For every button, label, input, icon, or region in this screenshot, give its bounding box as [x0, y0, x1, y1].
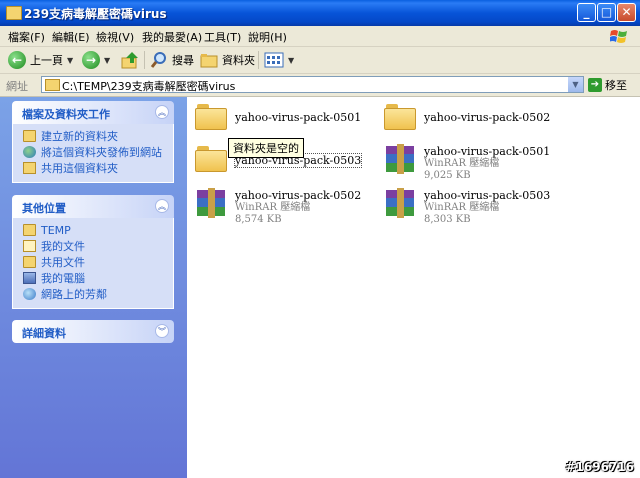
menu-edit[interactable]: 編輯(E)	[52, 29, 90, 45]
file-item[interactable]: yahoo-virus-pack-0503 WinRAR 壓縮檔 8,303 K…	[384, 188, 550, 226]
minimize-button[interactable]: _	[577, 3, 596, 22]
views-icon	[264, 52, 284, 68]
menu-view[interactable]: 檢視(V)	[96, 29, 134, 45]
maximize-button[interactable]: □	[597, 3, 616, 22]
toolbar-divider	[258, 51, 259, 69]
close-button[interactable]: ✕	[617, 3, 636, 22]
file-item[interactable]: yahoo-virus-pack-0501 WinRAR 壓縮檔 9,025 K…	[384, 144, 550, 182]
folder-icon	[45, 79, 60, 91]
chevron-down-icon: ▼	[104, 55, 111, 65]
back-button[interactable]: ← 上一頁 ▼	[8, 49, 73, 71]
watermark: #1696716	[565, 460, 634, 474]
address-dropdown-button[interactable]: ▼	[568, 77, 583, 92]
task-publish-web[interactable]: 將這個資料夾發佈到網站	[13, 144, 173, 160]
place-network[interactable]: 網路上的芳鄰	[13, 286, 173, 302]
folder-icon	[200, 54, 218, 68]
tooltip: 資料夾是空的	[228, 138, 304, 158]
file-item[interactable]: yahoo-virus-pack-0502	[384, 104, 550, 130]
panel-header[interactable]: 檔案及資料夾工作 ︽	[12, 101, 174, 124]
winrar-archive-icon	[195, 188, 227, 218]
folder-icon	[23, 224, 36, 236]
chevron-down-icon: ▼	[67, 55, 74, 65]
winrar-archive-icon	[384, 188, 416, 218]
search-button[interactable]: 搜尋	[150, 49, 194, 71]
file-item[interactable]: yahoo-virus-pack-0502 WinRAR 壓縮檔 8,574 K…	[195, 188, 361, 226]
computer-icon	[23, 272, 36, 284]
place-shared-documents[interactable]: 共用文件	[13, 254, 173, 270]
my-documents-icon	[23, 240, 36, 252]
menu-bar: 檔案(F) 編輯(E) 檢視(V) 我的最愛(A) 工具(T) 說明(H)	[0, 26, 640, 47]
back-arrow-icon: ←	[8, 51, 26, 69]
file-folder-tasks-panel: 檔案及資料夾工作 ︽ 建立新的資料夾 將這個資料夾發佈到網站 共用這個資料夾	[12, 101, 174, 183]
windows-logo-icon	[610, 30, 627, 43]
folder-icon	[195, 146, 227, 172]
globe-icon	[23, 146, 36, 158]
share-folder-icon	[23, 162, 36, 174]
winrar-archive-icon	[384, 144, 416, 174]
new-folder-icon	[23, 130, 36, 142]
place-my-computer[interactable]: 我的電腦	[13, 270, 173, 286]
menu-file[interactable]: 檔案(F)	[8, 29, 45, 45]
go-arrow-icon: ➔	[588, 78, 602, 92]
network-icon	[23, 288, 36, 300]
toolbar-divider	[144, 51, 145, 69]
go-button[interactable]: ➔ 移至	[588, 77, 627, 93]
title-bar: 239支病毒解壓密碼virus _ □ ✕	[0, 0, 640, 26]
panel-header[interactable]: 詳細資料 ︾	[12, 320, 174, 343]
other-places-panel: 其他位置 ︽ TEMP 我的文件 共用文件 我的電腦 網路上的芳鄰	[12, 195, 174, 309]
file-item[interactable]: yahoo-virus-pack-0501	[195, 104, 361, 130]
details-panel: 詳細資料 ︾	[12, 320, 174, 343]
menu-tools[interactable]: 工具(T)	[204, 29, 241, 45]
place-my-documents[interactable]: 我的文件	[13, 238, 173, 254]
folder-icon	[6, 6, 22, 20]
task-new-folder[interactable]: 建立新的資料夾	[13, 128, 173, 144]
up-folder-icon	[121, 52, 138, 69]
panel-header[interactable]: 其他位置 ︽	[12, 195, 174, 218]
collapse-icon[interactable]: ︽	[155, 199, 169, 213]
task-share-folder[interactable]: 共用這個資料夾	[13, 160, 173, 176]
collapse-icon[interactable]: ︽	[155, 105, 169, 119]
toolbar: ← 上一頁 ▼ → ▼ 搜尋 資料夾 ▼	[0, 47, 640, 74]
chevron-down-icon: ▼	[288, 55, 295, 65]
menu-help[interactable]: 說明(H)	[248, 29, 287, 45]
task-pane: 檔案及資料夾工作 ︽ 建立新的資料夾 將這個資料夾發佈到網站 共用這個資料夾 其…	[0, 97, 187, 478]
address-label: 網址	[6, 80, 28, 93]
shared-folder-icon	[23, 256, 36, 268]
expand-icon[interactable]: ︾	[155, 324, 169, 338]
address-bar: 網址 C:\TEMP\239支病毒解壓密碼virus ▼ ➔ 移至	[0, 74, 640, 97]
folder-icon	[195, 104, 227, 130]
address-path: C:\TEMP\239支病毒解壓密碼virus	[62, 80, 236, 93]
menu-favorites[interactable]: 我的最愛(A)	[142, 29, 202, 45]
forward-button[interactable]: → ▼	[82, 49, 110, 71]
window-title: 239支病毒解壓密碼virus	[24, 7, 167, 21]
folder-icon	[384, 104, 416, 130]
address-input[interactable]: C:\TEMP\239支病毒解壓密碼virus ▼	[41, 76, 584, 93]
forward-arrow-icon: →	[82, 51, 100, 69]
views-button[interactable]: ▼	[264, 49, 294, 71]
place-temp[interactable]: TEMP	[13, 222, 173, 238]
folders-button[interactable]: 資料夾	[200, 49, 255, 71]
search-icon	[150, 52, 166, 68]
up-folder-button[interactable]	[120, 49, 140, 71]
